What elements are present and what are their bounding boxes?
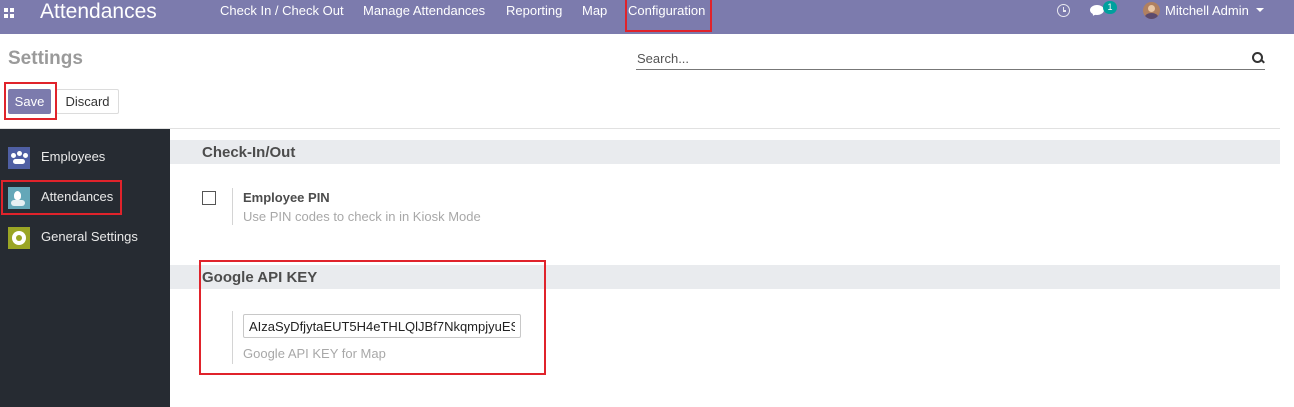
top-navbar: Attendances Check In / Check Out Manage … xyxy=(0,0,1294,34)
gear-icon xyxy=(8,227,30,249)
search-input[interactable] xyxy=(636,48,1265,70)
section-checkin-header: Check-In/Out xyxy=(170,140,1280,164)
menu-manage-attendances[interactable]: Manage Attendances xyxy=(363,3,485,19)
sidebar-item-employees[interactable]: Employees xyxy=(0,138,170,174)
discard-button[interactable]: Discard xyxy=(56,89,119,114)
employee-pin-help: Use PIN codes to check in in Kiosk Mode xyxy=(243,209,481,224)
save-button[interactable]: Save xyxy=(8,89,51,114)
divider xyxy=(232,188,233,225)
search-icon[interactable] xyxy=(1252,52,1263,63)
settings-content: Check-In/Out Employee PIN Use PIN codes … xyxy=(170,129,1280,407)
employees-icon xyxy=(8,147,30,169)
google-api-key-input[interactable] xyxy=(243,314,521,338)
activity-clock-icon[interactable] xyxy=(1057,4,1070,17)
sidebar-item-label: Attendances xyxy=(41,189,114,204)
apps-grid-icon[interactable] xyxy=(4,8,16,20)
user-menu-name[interactable]: Mitchell Admin xyxy=(1165,3,1249,19)
section-google-header: Google API KEY xyxy=(170,265,1280,289)
employee-pin-checkbox[interactable] xyxy=(202,191,216,205)
section-title: Google API KEY xyxy=(202,269,318,286)
menu-map[interactable]: Map xyxy=(582,3,607,19)
sidebar-item-label: Employees xyxy=(41,149,106,164)
menu-check-in-check-out[interactable]: Check In / Check Out xyxy=(220,3,344,19)
employee-pin-label: Employee PIN xyxy=(243,190,330,205)
scrollbar-track[interactable] xyxy=(1280,34,1294,407)
user-avatar[interactable] xyxy=(1143,2,1160,19)
sidebar-item-general-settings[interactable]: General Settings xyxy=(0,218,170,254)
section-title: Check-In/Out xyxy=(202,144,296,161)
messages-chat-icon[interactable] xyxy=(1090,5,1104,15)
menu-reporting[interactable]: Reporting xyxy=(506,3,562,19)
attendances-icon xyxy=(8,187,30,209)
settings-sidebar: Employees Attendances General Settings xyxy=(0,129,170,407)
sidebar-item-label: General Settings xyxy=(41,229,138,244)
messages-badge: 1 xyxy=(1103,1,1117,14)
divider xyxy=(232,311,233,364)
google-api-key-help: Google API KEY for Map xyxy=(243,346,386,361)
control-panel: Settings Save Discard xyxy=(0,34,1280,129)
menu-configuration[interactable]: Configuration xyxy=(628,3,705,19)
page-title: Settings xyxy=(8,48,83,69)
app-brand[interactable]: Attendances xyxy=(40,0,157,25)
sidebar-item-attendances[interactable]: Attendances xyxy=(0,178,170,214)
chevron-down-icon[interactable] xyxy=(1256,8,1264,12)
